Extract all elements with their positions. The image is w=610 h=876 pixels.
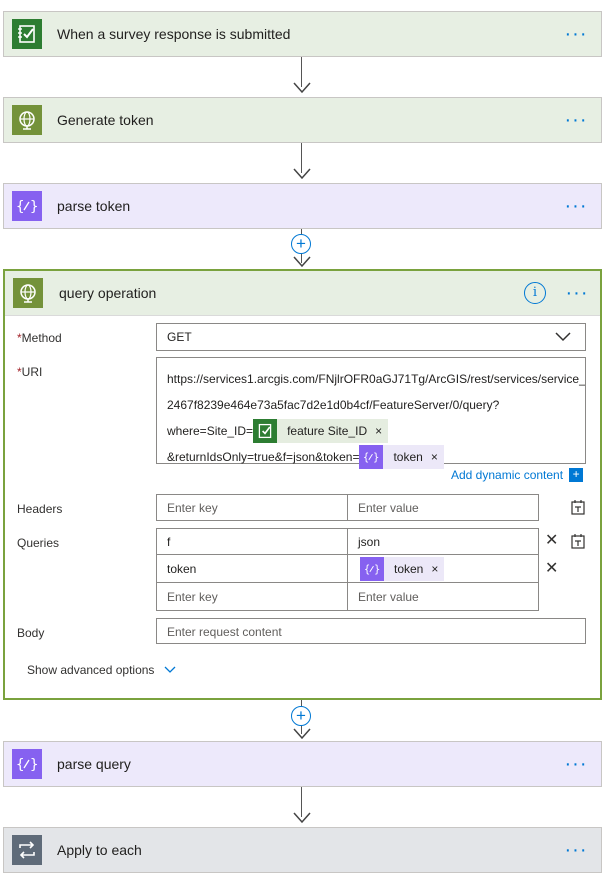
svg-text:{: { [16, 757, 24, 773]
info-icon[interactable]: i [524, 282, 546, 304]
globe-http-icon [12, 105, 42, 135]
query-value-input[interactable]: Enter value [347, 582, 539, 611]
step-title: parse query [57, 756, 131, 772]
svg-text:}: } [374, 565, 380, 576]
step-title: Apply to each [57, 842, 142, 858]
step-apply-to-each[interactable]: Apply to each ··· [3, 827, 602, 873]
delete-row-icon[interactable]: ✕ [545, 530, 558, 550]
svg-text:{: { [16, 199, 24, 215]
uri-line: &returnIdsOnly=true&f=json&token= {} tok… [167, 444, 585, 470]
globe-http-icon [13, 278, 43, 308]
step-parse-token[interactable]: {} parse token ··· [3, 183, 602, 229]
queries-label: Queries [17, 536, 60, 550]
query-key-input[interactable]: token [156, 554, 348, 583]
headers-value-input[interactable]: Enter value [347, 494, 539, 521]
more-options-icon[interactable]: ··· [564, 282, 590, 305]
survey-check-icon [12, 19, 42, 49]
method-value: GET [167, 330, 192, 344]
headers-label: Headers [17, 502, 63, 516]
token-label: token [394, 562, 424, 576]
toggle-text-mode-icon[interactable] [571, 499, 585, 515]
query-key-input[interactable]: f [156, 528, 348, 555]
step-title: Generate token [57, 112, 154, 128]
query-key-input[interactable]: Enter key [156, 582, 348, 611]
token-feature-site-id[interactable]: feature Site_ID × [253, 418, 389, 444]
svg-text:{: { [363, 453, 369, 464]
headers-key-input[interactable]: Enter key [156, 494, 348, 521]
query-value-input[interactable]: {} token × [347, 554, 539, 583]
body-label: Body [17, 626, 45, 640]
token-label: feature Site_ID [287, 424, 368, 438]
svg-text:}: } [374, 453, 380, 464]
json-braces-icon: {} [12, 749, 42, 779]
token-token[interactable]: {} token × [359, 444, 444, 470]
toggle-text-mode-icon[interactable] [571, 533, 585, 549]
remove-token-icon[interactable]: × [431, 444, 438, 470]
arrow-down-icon [293, 256, 311, 268]
svg-text:{: { [364, 565, 370, 576]
svg-text:}: } [30, 757, 38, 773]
svg-text:}: } [30, 199, 38, 215]
uri-label: *URI [17, 365, 43, 379]
more-options-icon[interactable]: ··· [563, 24, 589, 44]
json-braces-icon: {} [360, 557, 384, 581]
more-options-icon[interactable]: ··· [563, 196, 589, 216]
body-input[interactable]: Enter request content [156, 618, 586, 644]
arrow-down-icon [293, 812, 311, 824]
loop-icon [12, 835, 42, 865]
remove-token-icon[interactable]: × [375, 418, 382, 444]
panel-header[interactable]: query operation i ··· [5, 271, 600, 316]
arrow-down-icon [293, 728, 311, 740]
chevron-down-icon [164, 666, 176, 673]
step-title: When a survey response is submitted [57, 26, 291, 42]
method-label: *Method [17, 331, 62, 345]
uri-input[interactable]: https://services1.arcgis.com/FNjlrOFR0aG… [156, 357, 586, 469]
uri-line: where=Site_ID= feature Site_ID × [167, 418, 585, 444]
show-advanced-options-link[interactable]: Show advanced options [27, 663, 176, 677]
insert-step-button[interactable]: + [291, 706, 311, 726]
token-token[interactable]: {} token × [360, 557, 445, 581]
step-survey-trigger[interactable]: When a survey response is submitted ··· [3, 11, 602, 57]
step-parse-query[interactable]: {} parse query ··· [3, 741, 602, 787]
delete-row-icon[interactable]: ✕ [545, 558, 558, 578]
step-title: parse token [57, 198, 131, 214]
chevron-down-icon [555, 332, 571, 342]
more-options-icon[interactable]: ··· [563, 110, 589, 130]
more-options-icon[interactable]: ··· [563, 840, 589, 860]
query-value-input[interactable]: json [347, 528, 539, 555]
add-icon: + [569, 468, 584, 482]
panel-title: query operation [59, 285, 157, 301]
uri-line: 2467f8239e464e73a5fac7d2e1d0b4cf/Feature… [167, 398, 500, 412]
arrow-down-icon [293, 82, 311, 94]
token-label: token [393, 450, 423, 464]
json-braces-icon: {} [12, 191, 42, 221]
add-dynamic-content-link[interactable]: Add dynamic content + [451, 468, 584, 482]
insert-step-button[interactable]: + [291, 234, 311, 254]
more-options-icon[interactable]: ··· [563, 754, 589, 774]
remove-token-icon[interactable]: × [431, 562, 438, 576]
survey-check-icon [253, 419, 278, 443]
arrow-down-icon [293, 168, 311, 180]
step-generate-token[interactable]: Generate token ··· [3, 97, 602, 143]
query-operation-panel: query operation i ··· *Method GET *URI h… [3, 269, 602, 700]
uri-line: https://services1.arcgis.com/FNjlrOFR0aG… [167, 372, 585, 386]
json-braces-icon: {} [359, 445, 384, 469]
method-select[interactable]: GET [156, 323, 586, 351]
